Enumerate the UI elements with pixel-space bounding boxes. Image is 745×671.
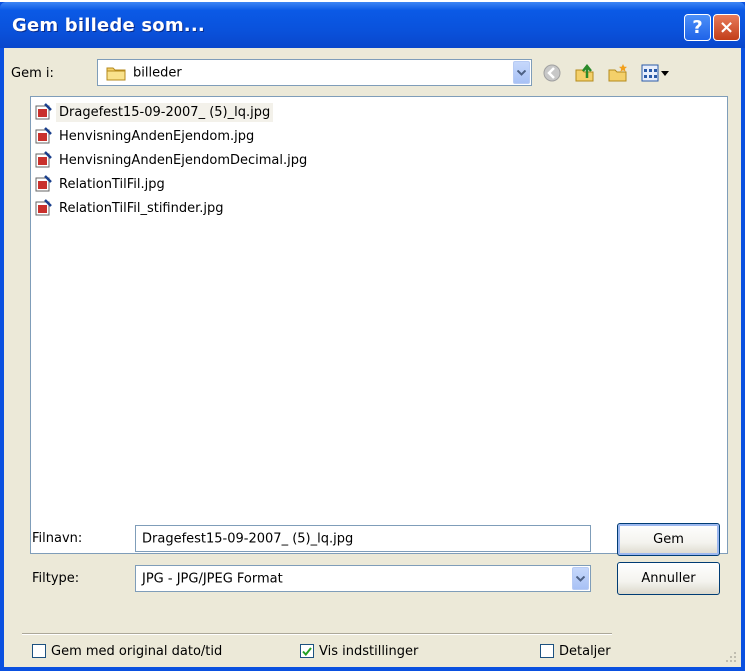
chevron-down-icon: [517, 69, 526, 76]
file-name: Dragefest15-09-2007_ (5)_lq.jpg: [56, 102, 274, 122]
new-folder-icon[interactable]: [607, 62, 629, 84]
file-name: HenvisningAndenEjendom.jpg: [59, 128, 255, 144]
filetype-dropdown-button[interactable]: [572, 567, 589, 590]
close-icon: ×: [718, 17, 735, 38]
chevron-down-icon: [576, 575, 585, 582]
view-menu-button[interactable]: [641, 62, 675, 84]
jpg-file-icon: [35, 103, 52, 120]
close-button[interactable]: ×: [713, 14, 740, 41]
jpg-file-icon: [35, 127, 52, 144]
options-divider: [22, 633, 612, 635]
lookin-value: billeder: [133, 65, 182, 80]
file-item[interactable]: RelationTilFil_stifinder.jpg: [34, 196, 227, 220]
filename-value: Dragefest15-09-2007_ (5)_lq.jpg: [142, 531, 354, 546]
dialog-body: Gem i: billeder Dragefest15-09-2007_ (5)…: [4, 48, 741, 667]
filetype-label: Filtype:: [32, 571, 80, 586]
lookin-dropdown-button[interactable]: [513, 61, 530, 84]
filetype-select[interactable]: JPG - JPG/JPEG Format: [135, 565, 591, 592]
folder-icon: [106, 67, 126, 81]
filename-input[interactable]: Dragefest15-09-2007_ (5)_lq.jpg: [135, 525, 591, 552]
file-item[interactable]: Dragefest15-09-2007_ (5)_lq.jpg: [34, 100, 274, 124]
jpg-file-icon: [35, 175, 52, 192]
up-folder-icon[interactable]: [574, 62, 596, 84]
back-icon[interactable]: [541, 62, 563, 84]
save-dialog: Gem billede som... ? × Gem i: billeder D…: [0, 2, 745, 671]
dialog-title: Gem billede som...: [12, 15, 205, 36]
show-settings-label: Vis indstillinger: [319, 643, 419, 659]
details-checkbox[interactable]: [540, 644, 554, 658]
details-label: Detaljer: [559, 643, 611, 659]
jpg-file-icon: [35, 151, 52, 168]
file-name: HenvisningAndenEjendomDecimal.jpg: [59, 152, 308, 168]
file-name: RelationTilFil.jpg: [59, 176, 165, 192]
file-item[interactable]: RelationTilFil.jpg: [34, 172, 168, 196]
jpg-file-icon: [35, 199, 52, 216]
filetype-value: JPG - JPG/JPEG Format: [142, 571, 283, 586]
details-option[interactable]: Detaljer: [540, 641, 611, 661]
keep-date-label: Gem med original dato/tid: [51, 643, 223, 659]
file-name: RelationTilFil_stifinder.jpg: [59, 200, 224, 216]
title-bar[interactable]: Gem billede som... ? ×: [0, 2, 745, 48]
save-button[interactable]: Gem: [617, 523, 720, 556]
help-button[interactable]: ?: [684, 14, 711, 41]
keep-date-option[interactable]: Gem med original dato/tid: [32, 641, 222, 661]
filename-label: Filnavn:: [32, 531, 83, 546]
keep-date-checkbox[interactable]: [32, 644, 46, 658]
help-icon: ?: [692, 17, 703, 38]
cancel-button[interactable]: Annuller: [617, 562, 720, 595]
lookin-combo[interactable]: billeder: [97, 59, 532, 86]
file-list[interactable]: Dragefest15-09-2007_ (5)_lq.jpg Henvisni…: [30, 96, 728, 554]
file-item[interactable]: HenvisningAndenEjendomDecimal.jpg: [34, 148, 310, 172]
lookin-label: Gem i:: [11, 66, 54, 81]
view-menu-icon: [641, 64, 659, 82]
show-settings-option[interactable]: Vis indstillinger: [300, 641, 418, 661]
resize-grip-icon[interactable]: [725, 651, 737, 663]
file-item[interactable]: HenvisningAndenEjendom.jpg: [34, 124, 257, 148]
show-settings-checkbox[interactable]: [300, 644, 314, 658]
checkmark-icon: [302, 646, 312, 656]
dropdown-arrow-icon: [661, 71, 669, 76]
